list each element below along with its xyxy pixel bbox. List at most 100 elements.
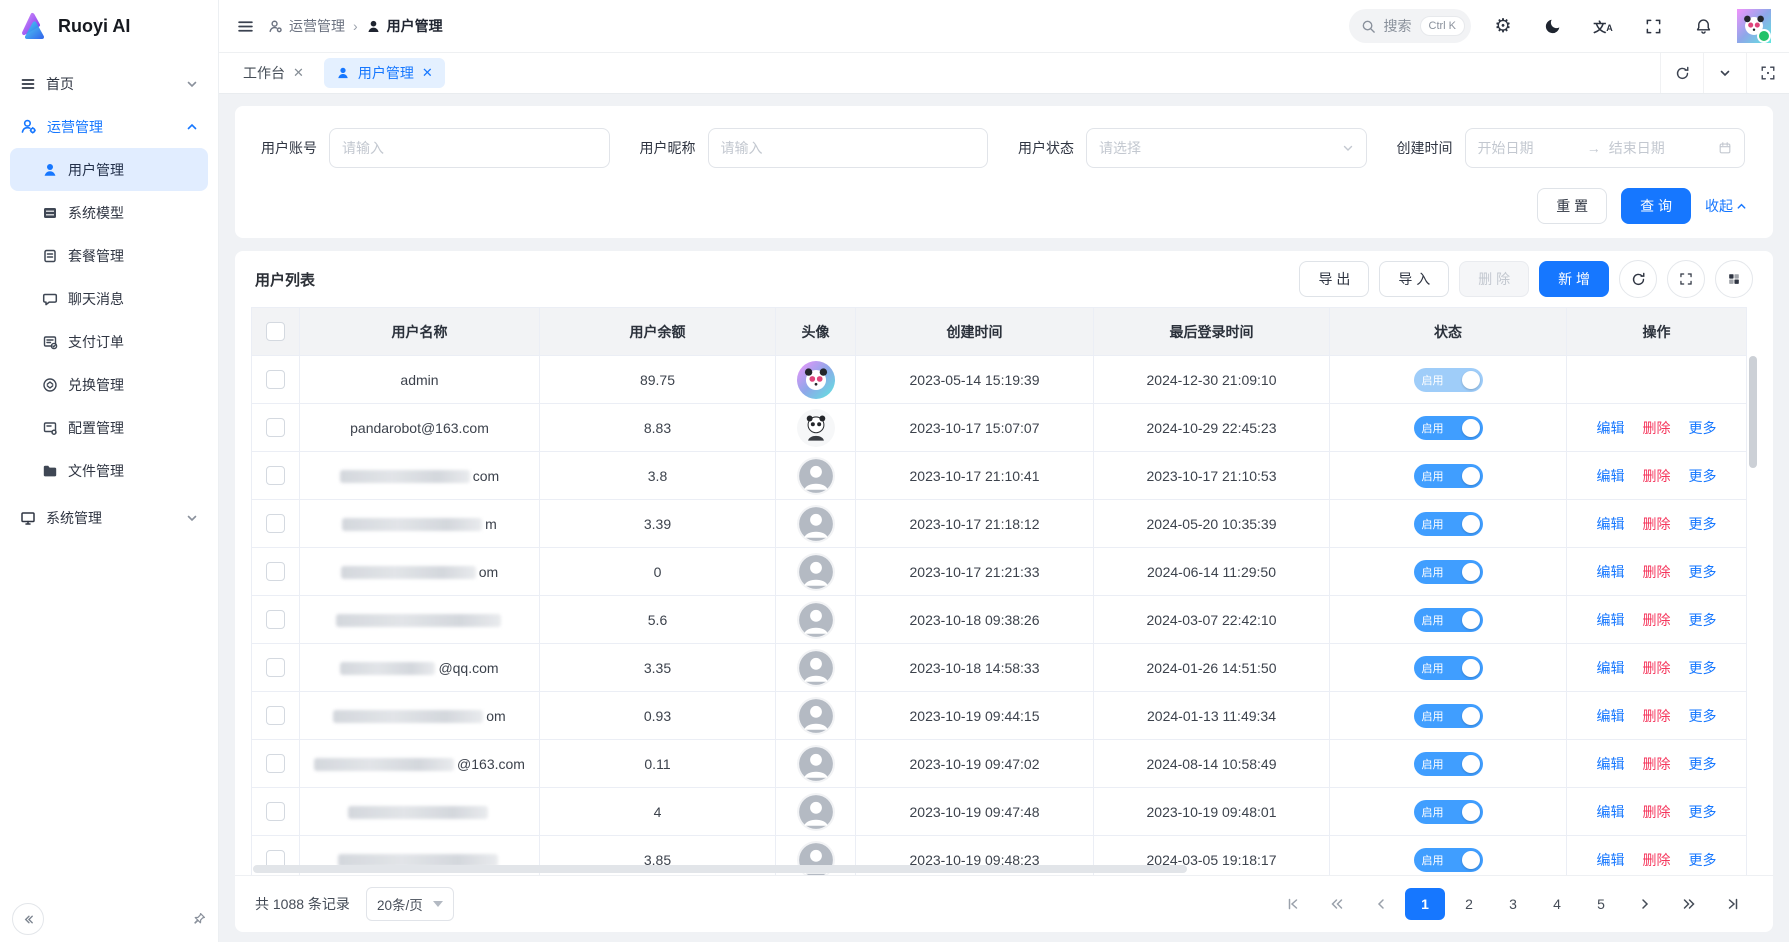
row-checkbox[interactable]: [266, 370, 285, 389]
edit-link[interactable]: 编辑: [1597, 564, 1625, 580]
sidebar-item-user-management[interactable]: 用户管理: [10, 148, 208, 191]
tab-user-management[interactable]: 用户管理 ✕: [324, 58, 445, 88]
prev-group-button[interactable]: [1317, 888, 1357, 920]
delete-link[interactable]: 删除: [1643, 612, 1671, 628]
row-checkbox[interactable]: [266, 802, 285, 821]
row-checkbox[interactable]: [266, 754, 285, 773]
date-range-picker[interactable]: 开始日期 → 结束日期: [1465, 128, 1746, 168]
edit-link[interactable]: 编辑: [1597, 708, 1625, 724]
edit-link[interactable]: 编辑: [1597, 516, 1625, 532]
tab-menu-dropdown[interactable]: [1703, 53, 1746, 93]
row-checkbox[interactable]: [266, 514, 285, 533]
edit-link[interactable]: 编辑: [1597, 660, 1625, 676]
row-checkbox[interactable]: [266, 466, 285, 485]
delete-link[interactable]: 删除: [1643, 756, 1671, 772]
import-button[interactable]: 导 入: [1379, 261, 1449, 297]
status-toggle[interactable]: 启用: [1414, 464, 1483, 488]
more-link[interactable]: 更多: [1689, 852, 1717, 868]
export-button[interactable]: 导 出: [1299, 261, 1369, 297]
hamburger-icon[interactable]: [237, 18, 254, 35]
sidebar-group-home[interactable]: 首页: [10, 62, 208, 105]
row-checkbox[interactable]: [266, 610, 285, 629]
status-toggle[interactable]: 启用: [1414, 752, 1483, 776]
prev-page-button[interactable]: [1361, 888, 1401, 920]
settings-button[interactable]: ⚙: [1485, 8, 1521, 44]
sidebar-item-exchange-management[interactable]: 兑换管理: [10, 363, 208, 406]
more-link[interactable]: 更多: [1689, 420, 1717, 436]
first-page-button[interactable]: [1273, 888, 1313, 920]
last-page-button[interactable]: [1713, 888, 1753, 920]
language-button[interactable]: 文A: [1585, 8, 1621, 44]
more-link[interactable]: 更多: [1689, 564, 1717, 580]
status-toggle[interactable]: 启用: [1414, 512, 1483, 536]
row-checkbox[interactable]: [266, 562, 285, 581]
tab-refresh-button[interactable]: [1660, 53, 1703, 93]
delete-link[interactable]: 删除: [1643, 804, 1671, 820]
more-link[interactable]: 更多: [1689, 804, 1717, 820]
more-link[interactable]: 更多: [1689, 708, 1717, 724]
status-toggle[interactable]: 启用: [1414, 848, 1483, 872]
edit-link[interactable]: 编辑: [1597, 852, 1625, 868]
sidebar-group-operations[interactable]: 运营管理: [10, 105, 208, 148]
edit-link[interactable]: 编辑: [1597, 468, 1625, 484]
more-link[interactable]: 更多: [1689, 660, 1717, 676]
page-button-2[interactable]: 2: [1449, 888, 1489, 920]
select-all-checkbox[interactable]: [266, 322, 285, 341]
status-toggle[interactable]: 启用: [1414, 560, 1483, 584]
next-group-button[interactable]: [1669, 888, 1709, 920]
more-link[interactable]: 更多: [1689, 612, 1717, 628]
tab-workbench[interactable]: 工作台 ✕: [231, 58, 316, 88]
sidebar-group-system[interactable]: 系统管理: [10, 496, 208, 539]
sidebar-item-system-model[interactable]: 系统模型: [10, 191, 208, 234]
close-icon[interactable]: ✕: [293, 65, 304, 81]
sidebar-item-package-management[interactable]: 套餐管理: [10, 234, 208, 277]
status-toggle[interactable]: 启用: [1414, 704, 1483, 728]
row-checkbox[interactable]: [266, 658, 285, 677]
global-search[interactable]: 搜索 Ctrl K: [1349, 9, 1472, 43]
delete-link[interactable]: 删除: [1643, 852, 1671, 868]
horizontal-scrollbar[interactable]: [253, 865, 1187, 873]
more-link[interactable]: 更多: [1689, 516, 1717, 532]
status-toggle[interactable]: 启用: [1414, 656, 1483, 680]
delete-link[interactable]: 删除: [1643, 660, 1671, 676]
notifications-button[interactable]: [1685, 8, 1721, 44]
row-checkbox[interactable]: [266, 706, 285, 725]
dark-mode-button[interactable]: [1535, 8, 1571, 44]
search-button[interactable]: 查 询: [1621, 188, 1691, 224]
status-select[interactable]: 请选择: [1086, 128, 1367, 168]
delete-link[interactable]: 删除: [1643, 468, 1671, 484]
refresh-button[interactable]: [1619, 260, 1657, 298]
next-page-button[interactable]: [1625, 888, 1665, 920]
delete-link[interactable]: 删除: [1643, 420, 1671, 436]
page-button-3[interactable]: 3: [1493, 888, 1533, 920]
edit-link[interactable]: 编辑: [1597, 612, 1625, 628]
page-button-4[interactable]: 4: [1537, 888, 1577, 920]
page-button-1[interactable]: 1: [1405, 888, 1445, 920]
more-link[interactable]: 更多: [1689, 468, 1717, 484]
status-toggle[interactable]: 启用: [1414, 608, 1483, 632]
reset-button[interactable]: 重 置: [1537, 188, 1607, 224]
content-fullscreen-button[interactable]: [1746, 53, 1789, 93]
status-toggle[interactable]: 启用: [1414, 368, 1483, 392]
delete-button[interactable]: 删 除: [1459, 261, 1529, 297]
sidebar-item-config-management[interactable]: 配置管理: [10, 406, 208, 449]
sidebar-collapse-button[interactable]: [12, 903, 44, 935]
sidebar-item-file-management[interactable]: 文件管理: [10, 449, 208, 492]
edit-link[interactable]: 编辑: [1597, 804, 1625, 820]
breadcrumb-operations[interactable]: 运营管理: [268, 16, 345, 36]
row-checkbox[interactable]: [266, 418, 285, 437]
column-settings-button[interactable]: [1715, 260, 1753, 298]
nickname-input[interactable]: 请输入: [708, 128, 989, 168]
delete-link[interactable]: 删除: [1643, 564, 1671, 580]
edit-link[interactable]: 编辑: [1597, 420, 1625, 436]
collapse-filter-link[interactable]: 收起: [1705, 196, 1747, 216]
vertical-scrollbar[interactable]: [1749, 356, 1757, 871]
pin-icon[interactable]: [192, 912, 206, 926]
sidebar-item-payment-orders[interactable]: 支付订单: [10, 320, 208, 363]
delete-link[interactable]: 删除: [1643, 516, 1671, 532]
sidebar-item-chat-messages[interactable]: 聊天消息: [10, 277, 208, 320]
table-fullscreen-button[interactable]: [1667, 260, 1705, 298]
account-input[interactable]: 请输入: [329, 128, 610, 168]
add-button[interactable]: 新 增: [1539, 261, 1609, 297]
more-link[interactable]: 更多: [1689, 756, 1717, 772]
